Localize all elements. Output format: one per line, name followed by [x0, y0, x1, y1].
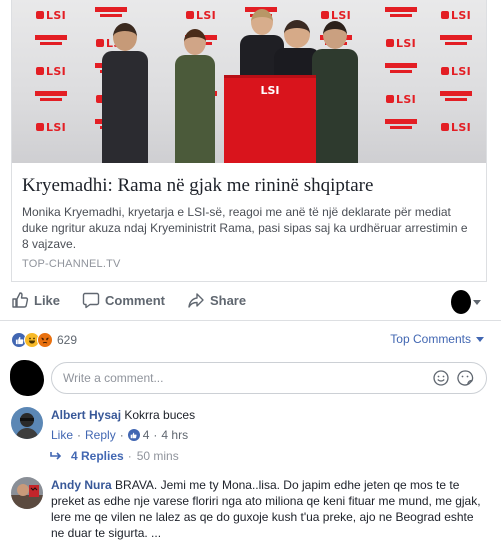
avatar[interactable] [11, 477, 43, 509]
podium: LSI [224, 75, 316, 163]
lsi-emblem [35, 91, 67, 107]
divider [0, 320, 501, 321]
lsi-emblem [95, 7, 127, 23]
person-figure [312, 21, 358, 163]
post-action-bar: Like Comment Share [11, 287, 487, 314]
comment-like-button[interactable]: Like [51, 427, 73, 443]
chevron-down-icon [476, 336, 484, 342]
person-figure [102, 23, 148, 163]
reactions-summary[interactable]: 629 [11, 331, 77, 349]
separator-dot: · [153, 428, 158, 442]
lsi-logo-tile: LSI [177, 6, 225, 24]
comment-author[interactable]: Albert Hysaj [51, 408, 121, 422]
angry-icon [37, 332, 53, 348]
share-label: Share [209, 292, 247, 308]
preview-title[interactable]: Kryemadhi: Rama në gjak me rininë shqipt… [22, 175, 476, 197]
comment-author[interactable]: Andy Nura [51, 478, 112, 492]
avatar[interactable] [11, 407, 43, 439]
comment-composer[interactable] [51, 362, 487, 394]
comment-item: Albert Hysaj Kokrra buces Like · Reply ·… [11, 407, 487, 443]
replies-time: 50 mins [136, 449, 179, 463]
comment-label: Comment [105, 292, 165, 308]
thumbs-up-icon [12, 292, 29, 308]
preview-description: Monika Kryemadhi, kryetarja e LSI-së, re… [22, 205, 468, 251]
reply-arrow-icon [50, 452, 62, 460]
post-as-selector[interactable] [451, 290, 481, 314]
chevron-down-icon [473, 299, 481, 305]
lsi-emblem [385, 7, 417, 23]
comment-item: Andy Nura BRAVA. Jemi me ty Mona..lisa. … [11, 477, 487, 543]
separator-dot: · [127, 449, 132, 463]
lsi-logo-tile: LSI [27, 6, 75, 24]
comment-meta: Like · Reply · 4 · 4 hrs [51, 427, 487, 443]
lsi-emblem [385, 119, 417, 135]
separator-dot: · [119, 428, 124, 442]
comment-like-count[interactable]: 4 [143, 427, 150, 443]
reaction-count: 629 [57, 333, 78, 347]
comment-text: BRAVA. Jemi me ty Mona..lisa. Do japim e… [51, 478, 481, 540]
like-label: Like [34, 292, 61, 308]
comment-input[interactable] [63, 371, 383, 385]
comment-time[interactable]: 4 hrs [161, 427, 188, 443]
sticker-icon[interactable] [456, 369, 474, 392]
like-button[interactable]: Like [11, 291, 60, 309]
lsi-emblem [35, 35, 67, 51]
share-button[interactable]: Share [187, 291, 246, 309]
lsi-emblem [385, 63, 417, 79]
lsi-logo-tile: LSI [432, 62, 480, 80]
lsi-logo-tile: LSI [27, 118, 75, 136]
comment-text: Kokrra buces [124, 408, 196, 422]
speech-bubble-icon [82, 292, 100, 309]
lsi-logo-tile: LSI [432, 118, 480, 136]
lsi-emblem [440, 35, 472, 51]
lsi-logo-tile: LSI [377, 34, 425, 52]
podium-logo: LSI [260, 84, 280, 97]
emoji-icon[interactable] [432, 369, 450, 392]
preview-domain: TOP-CHANNEL.TV [22, 258, 121, 270]
link-preview-card[interactable]: LSILSILSILSILSILSILSILSILSILSILSILSILSIL… [11, 0, 487, 282]
replies-count: 4 Replies [71, 449, 124, 463]
like-icon [127, 429, 140, 441]
separator-dot: · [77, 428, 82, 442]
redacted-avatar [10, 360, 44, 396]
preview-image[interactable]: LSILSILSILSILSILSILSILSILSILSILSILSILSIL… [12, 0, 486, 163]
comment-sort-label: Top Comments [390, 332, 471, 346]
comment-reply-button[interactable]: Reply [85, 427, 116, 443]
lsi-emblem [440, 91, 472, 107]
lsi-logo-tile: LSI [27, 62, 75, 80]
share-arrow-icon [188, 293, 204, 308]
lsi-logo-tile: LSI [432, 6, 480, 24]
view-replies-link[interactable]: 4 Replies · 50 mins [50, 449, 179, 463]
comment-button[interactable]: Comment [82, 291, 165, 309]
person-figure [175, 29, 215, 163]
comment-sort-dropdown[interactable]: Top Comments [390, 332, 484, 346]
lsi-logo-tile: LSI [377, 90, 425, 108]
redacted-avatar [451, 290, 471, 314]
